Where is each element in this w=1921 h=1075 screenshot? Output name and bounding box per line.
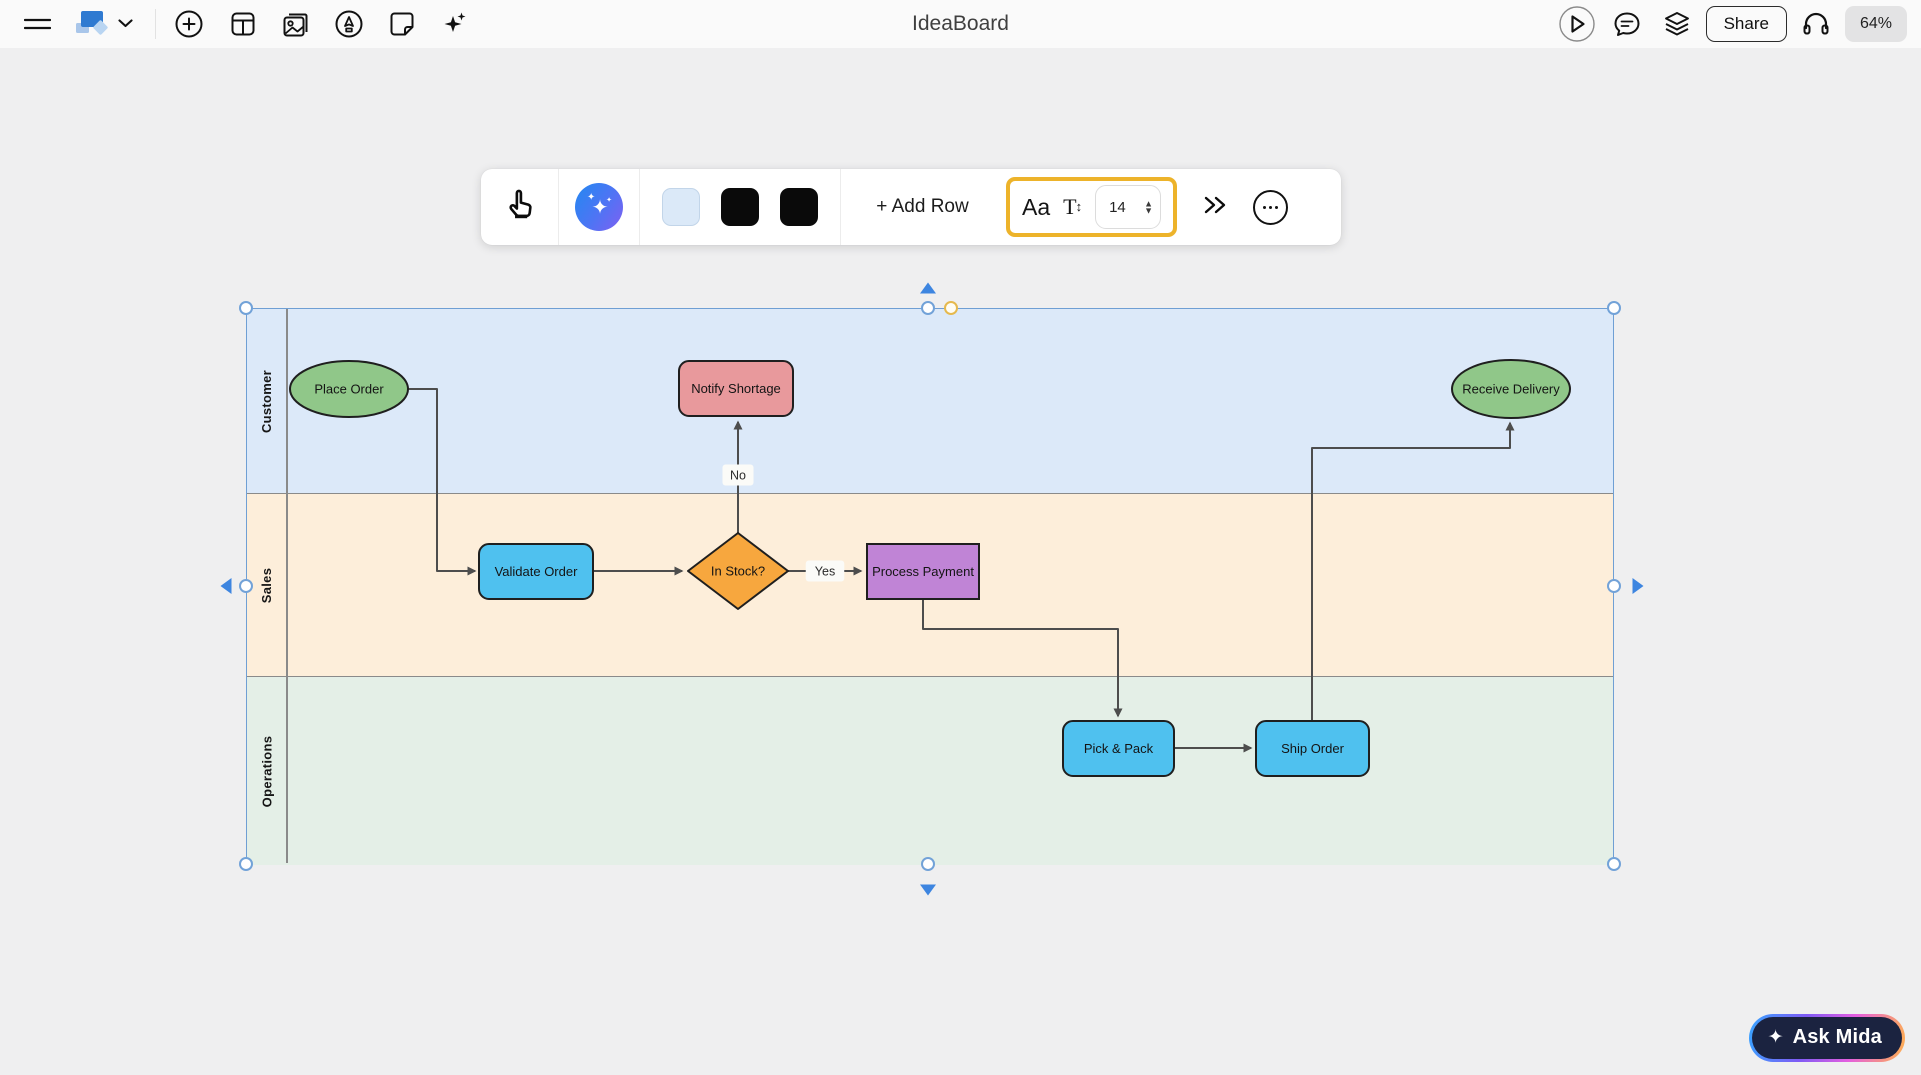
resize-handle-top-right[interactable] [1607, 301, 1621, 315]
ai-assist-button[interactable]: ✦✦✦ [559, 169, 639, 245]
flowchart-layer: Yes No Place Order Notify Shortage Validate … [247, 309, 1615, 865]
ask-mida-button[interactable]: ✦ Ask Mida [1749, 1014, 1905, 1062]
chevron-down-icon [118, 15, 133, 33]
node-receive-delivery[interactable]: Receive Delivery [1452, 360, 1570, 418]
resize-handle-bottom-center[interactable] [921, 857, 935, 871]
template-layout-icon [229, 10, 257, 38]
font-style-button[interactable]: Aa [1022, 194, 1050, 221]
toolbar-divider [155, 9, 156, 39]
resize-handle-bottom-left[interactable] [239, 857, 253, 871]
sticky-note-icon [388, 10, 416, 38]
edge-label-yes: Yes [806, 561, 845, 582]
node-ship-order[interactable]: Ship Order [1256, 721, 1369, 776]
layers-icon [1662, 9, 1692, 39]
stepper-down-icon[interactable]: ▼ [1144, 207, 1153, 214]
ai-tools-button[interactable] [434, 3, 476, 45]
hamburger-icon [24, 14, 51, 34]
draw-tool-button[interactable] [328, 3, 370, 45]
ai-sparkle-icon: ✦✦✦ [575, 183, 623, 231]
font-size-stepper[interactable]: ▲ ▼ [1144, 200, 1153, 214]
context-toolbar: ✦✦✦ + Add Row Aa T↕ ▲ ▼ [481, 169, 1341, 245]
node-pick-pack[interactable]: Pick & Pack [1063, 721, 1174, 776]
present-button[interactable] [1556, 3, 1598, 45]
resize-handle-mid-right[interactable] [1607, 579, 1621, 593]
node-notify-shortage[interactable]: Notify Shortage [679, 361, 793, 416]
resize-handle-top-left[interactable] [239, 301, 253, 315]
comments-button[interactable] [1606, 3, 1648, 45]
node-label: Notify Shortage [691, 381, 781, 396]
text-settings-group: Aa T↕ ▲ ▼ [1006, 177, 1177, 237]
page-title: IdeaBoard [912, 0, 1009, 48]
top-bar: IdeaBoard Share [0, 0, 1921, 48]
node-process-payment[interactable]: Process Payment [867, 544, 979, 599]
ellipsis-icon [1253, 190, 1288, 225]
sparkles-icon [440, 9, 470, 39]
node-place-order[interactable]: Place Order [290, 361, 408, 417]
edge-label-no: No [723, 465, 754, 486]
resize-handle-mid-left[interactable] [239, 579, 253, 593]
node-validate-order[interactable]: Validate Order [479, 544, 593, 599]
node-label: Receive Delivery [1462, 381, 1560, 396]
audio-button[interactable] [1795, 3, 1837, 45]
svg-text:Yes: Yes [815, 564, 835, 578]
text-resize-icon: ↕ [1076, 199, 1083, 215]
edge-ship-order-to-receive-delivery [1312, 423, 1510, 721]
resize-handle-bottom-right[interactable] [1607, 857, 1621, 871]
expand-toolbar-button[interactable] [1189, 169, 1241, 245]
node-label: Process Payment [872, 564, 974, 579]
ask-mida-label: Ask Mida [1793, 1026, 1882, 1049]
sparkle-icon: ✦ [1768, 1028, 1784, 1047]
node-label: Validate Order [495, 564, 579, 579]
svg-text:No: No [730, 468, 746, 482]
adjust-handle-top[interactable] [944, 301, 958, 315]
hand-pointer-icon [504, 188, 536, 227]
add-element-button[interactable] [168, 3, 210, 45]
sticky-note-button[interactable] [381, 3, 423, 45]
text-color-swatch[interactable] [780, 188, 818, 226]
node-in-stock[interactable]: In Stock? [688, 533, 788, 609]
image-icon [281, 9, 311, 39]
swimlane-frame[interactable]: CustomerSalesOperations YesNoPlace Order… [246, 308, 1614, 864]
board-canvas[interactable]: CustomerSalesOperations YesNoPlace Order… [0, 0, 1921, 1075]
comment-icon [1612, 9, 1642, 39]
share-button[interactable]: Share [1706, 6, 1787, 42]
border-color-swatch[interactable] [721, 188, 759, 226]
more-options-button[interactable] [1241, 169, 1299, 245]
main-menu-button[interactable] [16, 3, 58, 45]
text-size-button[interactable]: T↕ [1063, 194, 1082, 220]
zoom-level-badge[interactable]: 64% [1845, 6, 1907, 42]
color-swatch-group [640, 169, 840, 245]
add-below-arrow[interactable] [920, 885, 936, 896]
add-left-arrow[interactable] [221, 578, 232, 594]
play-icon [1557, 4, 1597, 44]
node-label: Place Order [314, 381, 384, 396]
pen-circle-icon [334, 9, 364, 39]
headphones-icon [1801, 9, 1831, 39]
edge-process-payment-to-pick-pack [923, 599, 1118, 716]
plus-circle-icon [174, 9, 204, 39]
node-label: Ship Order [1281, 741, 1345, 756]
node-label: Pick & Pack [1084, 741, 1154, 756]
app-logo-icon [72, 7, 110, 42]
edge-place-order-to-validate-order [408, 389, 475, 571]
layers-button[interactable] [1656, 3, 1698, 45]
templates-button[interactable] [222, 3, 264, 45]
node-label: In Stock? [711, 563, 765, 578]
double-chevron-right-icon [1202, 194, 1228, 221]
fill-color-swatch[interactable] [662, 188, 700, 226]
add-row-button[interactable]: + Add Row [841, 169, 1004, 245]
select-tool-button[interactable] [481, 169, 558, 245]
add-right-arrow[interactable] [1633, 578, 1644, 594]
insert-image-button[interactable] [275, 3, 317, 45]
app-logo-menu[interactable] [72, 7, 133, 42]
add-above-arrow[interactable] [920, 283, 936, 294]
resize-handle-top-center[interactable] [921, 301, 935, 315]
